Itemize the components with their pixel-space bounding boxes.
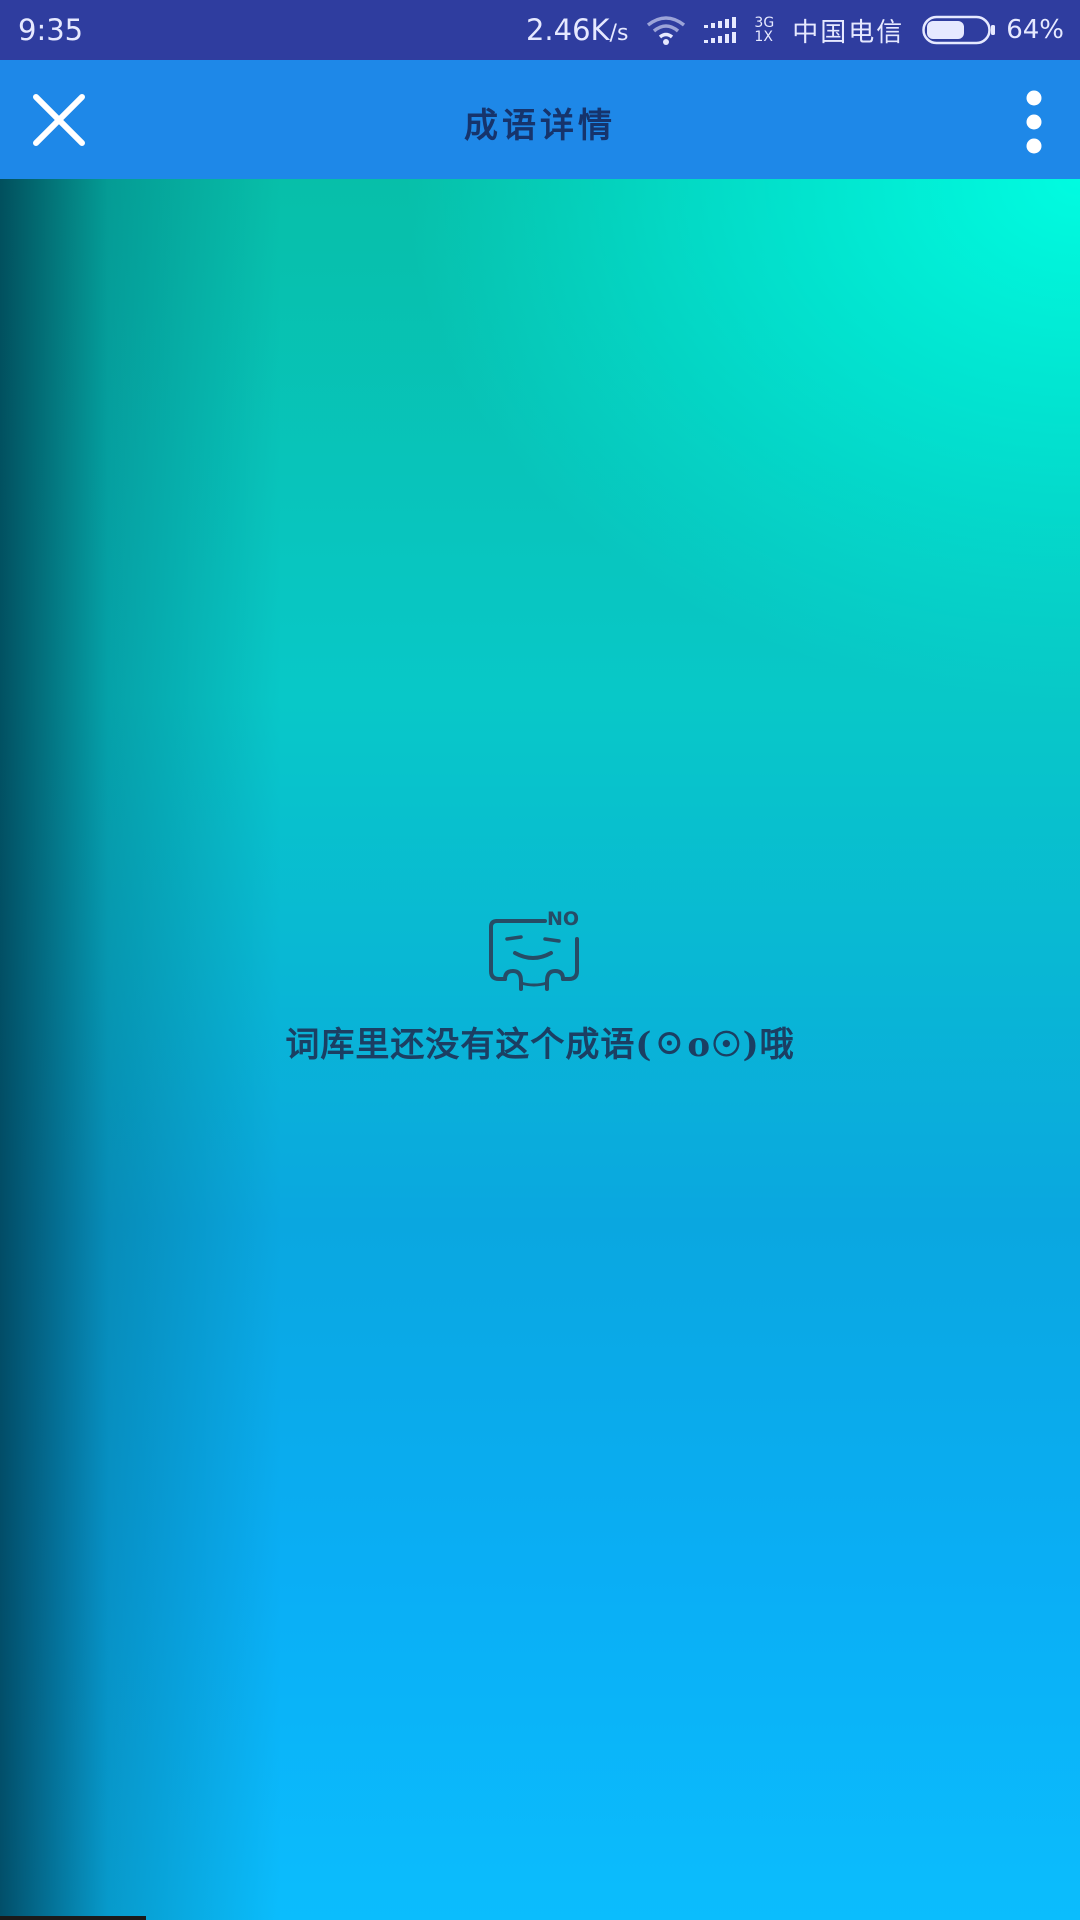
network-type: 3G 1X <box>754 16 774 44</box>
bottom-edge-bar <box>0 1916 146 1920</box>
battery-icon <box>922 15 996 45</box>
no-data-icon: NO <box>489 909 579 991</box>
network-speed-unit: /s <box>609 21 629 46</box>
status-bar: 9:35 2.46K/s 3G 1X 中国电信 64% <box>0 0 1080 60</box>
content-area: NO 词库里还没有这个成语(☉o☉)哦 <box>0 179 1080 1920</box>
network-type-top: 3G <box>754 15 775 31</box>
app-bar: 成语详情 <box>0 60 1080 179</box>
screen: 9:35 2.46K/s 3G 1X 中国电信 64% 成语详情 NO 词库里还… <box>0 0 1080 1920</box>
wifi-icon <box>646 15 686 45</box>
signal-icon <box>704 15 744 45</box>
status-time: 9:35 <box>18 13 84 47</box>
battery-fill <box>927 21 965 39</box>
carrier-name: 中国电信 <box>792 17 905 48</box>
battery-percent: 64% <box>1006 15 1064 45</box>
network-speed: 2.46K/s <box>526 13 628 47</box>
empty-state: NO 词库里还没有这个成语(☉o☉)哦 <box>0 909 1080 1066</box>
network-speed-value: 2.46K <box>525 13 610 47</box>
status-icons: 2.46K/s 3G 1X 中国电信 64% <box>526 10 1064 50</box>
network-type-bottom: 1X <box>754 29 773 45</box>
no-badge-text: NO <box>547 909 579 930</box>
empty-message: 词库里还没有这个成语(☉o☉)哦 <box>285 1025 795 1065</box>
more-vert-icon[interactable] <box>1014 88 1054 154</box>
page-title: 成语详情 <box>464 106 616 146</box>
